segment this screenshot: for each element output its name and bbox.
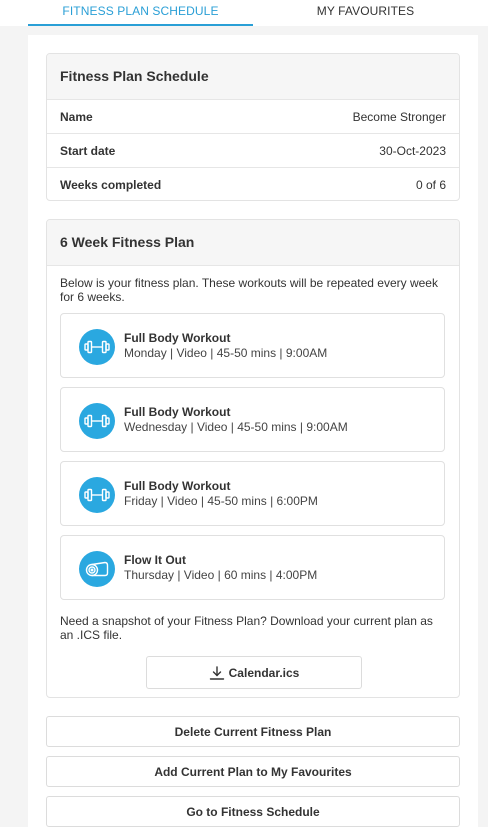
plan-description: Below is your fitness plan. These workou…: [60, 276, 438, 304]
yoga-mat-icon: [79, 551, 115, 587]
snapshot-text: Need a snapshot of your Fitness Plan? Do…: [60, 614, 433, 642]
go-to-schedule-button[interactable]: Go to Fitness Schedule: [46, 796, 460, 827]
download-icon: [209, 665, 224, 680]
row-key: Weeks completed: [60, 178, 162, 192]
dumbbell-icon: [79, 477, 115, 513]
workout-item[interactable]: Full Body Workout Monday | Video | 45-50…: [60, 313, 445, 378]
row-key: Name: [60, 110, 93, 124]
schedule-card: Fitness Plan Schedule Name Become Strong…: [46, 53, 460, 201]
row-value: Become Stronger: [352, 110, 446, 124]
add-to-favourites-button[interactable]: Add Current Plan to My Favourites: [46, 756, 460, 787]
workout-details: Thursday | Video | 60 mins | 4:00PM: [124, 568, 318, 582]
workout-item[interactable]: Full Body Workout Friday | Video | 45-50…: [60, 461, 445, 526]
workout-item[interactable]: Flow It Out Thursday | Video | 60 mins |…: [60, 535, 445, 600]
dumbbell-icon: [79, 329, 115, 365]
dumbbell-icon: [79, 403, 115, 439]
workout-title: Full Body Workout: [124, 479, 231, 493]
schedule-row-name: Name Become Stronger: [47, 100, 459, 134]
workout-details: Friday | Video | 45-50 mins | 6:00PM: [124, 494, 318, 508]
workout-details: Wednesday | Video | 45-50 mins | 9:00AM: [124, 420, 348, 434]
workout-title: Full Body Workout: [124, 405, 231, 419]
schedule-card-title: Fitness Plan Schedule: [47, 54, 459, 100]
row-value: 30-Oct-2023: [379, 144, 446, 158]
row-value: 0 of 6: [415, 178, 446, 192]
main-content: Fitness Plan Schedule Name Become Strong…: [28, 35, 478, 827]
workout-item[interactable]: Full Body Workout Wednesday | Video | 45…: [60, 387, 445, 452]
tab-bar: FITNESS PLAN SCHEDULE MY FAVOURITES: [0, 0, 488, 26]
tab-fitness-plan-schedule[interactable]: FITNESS PLAN SCHEDULE: [28, 0, 253, 26]
delete-plan-button[interactable]: Delete Current Fitness Plan: [46, 716, 460, 747]
workout-details: Monday | Video | 45-50 mins | 9:00AM: [124, 346, 328, 360]
schedule-row-weeks-completed: Weeks completed 0 of 6: [47, 168, 459, 200]
workout-title: Full Body Workout: [124, 331, 231, 345]
plan-card: 6 Week Fitness Plan Below is your fitnes…: [46, 219, 460, 698]
plan-card-title: 6 Week Fitness Plan: [47, 220, 459, 266]
download-label: Calendar.ics: [228, 665, 300, 680]
download-calendar-button[interactable]: Calendar.ics: [146, 656, 362, 689]
schedule-row-start-date: Start date 30-Oct-2023: [47, 134, 459, 168]
tab-my-favourites[interactable]: MY FAVOURITES: [253, 0, 478, 26]
row-key: Start date: [60, 144, 116, 158]
workout-title: Flow It Out: [124, 553, 186, 567]
